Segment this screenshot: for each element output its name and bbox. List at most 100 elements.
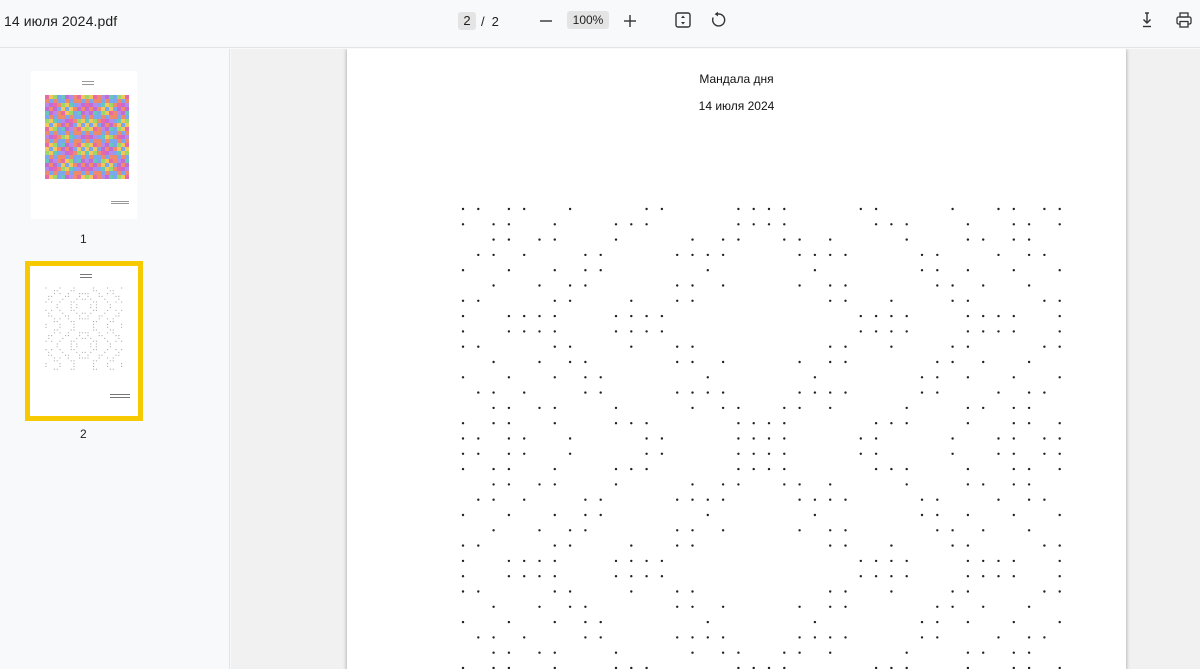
mandala-dot (492, 467, 495, 471)
mosaic-cell (97, 155, 101, 159)
fit-page-button[interactable] (671, 8, 695, 32)
mandala-dot (477, 636, 480, 639)
mosaic-cell (105, 123, 109, 127)
page-number-input[interactable]: 2 (458, 12, 476, 30)
mosaic-cell (93, 171, 97, 175)
mosaic-cell (85, 95, 89, 99)
mosaic-cell (57, 159, 61, 163)
mosaic-cell (77, 111, 81, 115)
mosaic-cell (45, 115, 49, 119)
mosaic-cell (101, 123, 105, 127)
thumbnail-dot (118, 315, 120, 317)
zoom-in-button[interactable] (618, 9, 642, 33)
mosaic-cell (81, 107, 85, 111)
rotate-button[interactable] (706, 8, 730, 32)
mosaic-cell (45, 111, 49, 115)
thumbnail-dot (59, 323, 61, 325)
mandala-dot (461, 559, 465, 563)
mosaic-cell (101, 111, 105, 115)
mosaic-cell (61, 135, 65, 139)
mosaic-cell (61, 155, 65, 159)
mosaic-cell (109, 95, 113, 99)
mosaic-cell (105, 135, 109, 139)
thumbnail-dot (87, 318, 89, 320)
thumbnail-dot (81, 337, 83, 339)
mandala-dot (492, 529, 495, 532)
mandala-dot (752, 422, 755, 425)
mandala-dot (461, 513, 465, 517)
text-line (80, 277, 92, 278)
mosaic-cell (101, 143, 105, 147)
thumbnail-dot (51, 340, 53, 342)
mandala-dot (461, 223, 465, 226)
page-thumbnail-2[interactable] (25, 261, 143, 421)
mandala-dot (1043, 253, 1046, 257)
mandala-dot (997, 391, 1000, 394)
mosaic-cell (101, 175, 105, 179)
mandala-dot (813, 391, 817, 394)
mosaic-cell (45, 99, 49, 103)
mandala-dot (507, 376, 511, 379)
mandala-dot (553, 544, 556, 547)
mandala-dot (1058, 590, 1061, 593)
mosaic-cell (121, 143, 125, 147)
thumbnail-dot (48, 337, 50, 339)
thumbnail-dot (98, 293, 100, 295)
mosaic-cell (113, 107, 117, 111)
mosaic-cell (49, 175, 53, 179)
mosaic-cell (69, 103, 73, 107)
print-button[interactable] (1172, 8, 1196, 32)
zoom-out-button[interactable] (534, 9, 558, 33)
thumbnail-dot (95, 340, 97, 342)
mosaic-cell (77, 119, 81, 123)
mosaic-cell (85, 119, 89, 123)
mandala-dot (874, 467, 878, 471)
mandala-dot (1012, 620, 1015, 624)
mandala-dot (492, 253, 495, 257)
mosaic-cell (101, 155, 105, 159)
mandala-dot (813, 269, 817, 272)
mandala-dot (706, 269, 709, 272)
mosaic-cell (93, 103, 97, 107)
mandala-dot (1058, 437, 1061, 440)
thumbnail-dot (48, 298, 50, 300)
mandala-dot (676, 544, 679, 547)
mandala-dot (676, 345, 679, 348)
download-button[interactable] (1135, 8, 1159, 32)
thumbnail-label-1: 1 (80, 232, 87, 246)
thumbnail-dot (53, 332, 55, 334)
zoom-level-input[interactable]: 100% (567, 11, 609, 29)
thumbnail-dot (104, 312, 106, 314)
mosaic-cell (65, 119, 69, 123)
mandala-dot (630, 544, 633, 547)
mandala-dot (966, 223, 970, 226)
mandala-dot (813, 376, 817, 379)
thumbnail-dot (67, 357, 69, 359)
mandala-dot (721, 360, 725, 364)
page-thumbnail-1[interactable] (31, 71, 137, 219)
mosaic-cell (93, 119, 97, 123)
mandala-dot (477, 345, 480, 348)
mosaic-cell (61, 103, 65, 107)
thumbnail-dot (118, 295, 120, 297)
mosaic-cell (109, 131, 113, 135)
mosaic-cell (65, 151, 69, 155)
mosaic-cell (117, 175, 121, 179)
mandala-dot (997, 314, 1000, 318)
mandala-dot (737, 422, 740, 425)
thumbnail-dot (51, 354, 53, 356)
mandala-dot (630, 590, 633, 593)
mandala-dot (523, 498, 526, 501)
mosaic-cell (89, 155, 93, 159)
mandala-dot (798, 253, 801, 257)
mosaic-cell (45, 155, 49, 159)
mosaic-cell (113, 159, 117, 163)
mosaic-cell (101, 127, 105, 131)
document-viewer[interactable]: Мандала дня 14 июля 2024 (231, 49, 1200, 669)
mosaic-cell (125, 171, 129, 175)
mandala-dot (1058, 467, 1061, 471)
mandala-dot (676, 360, 679, 364)
mandala-dot (1058, 544, 1061, 547)
mandala-dot (630, 330, 633, 333)
fit-page-icon (675, 12, 691, 28)
